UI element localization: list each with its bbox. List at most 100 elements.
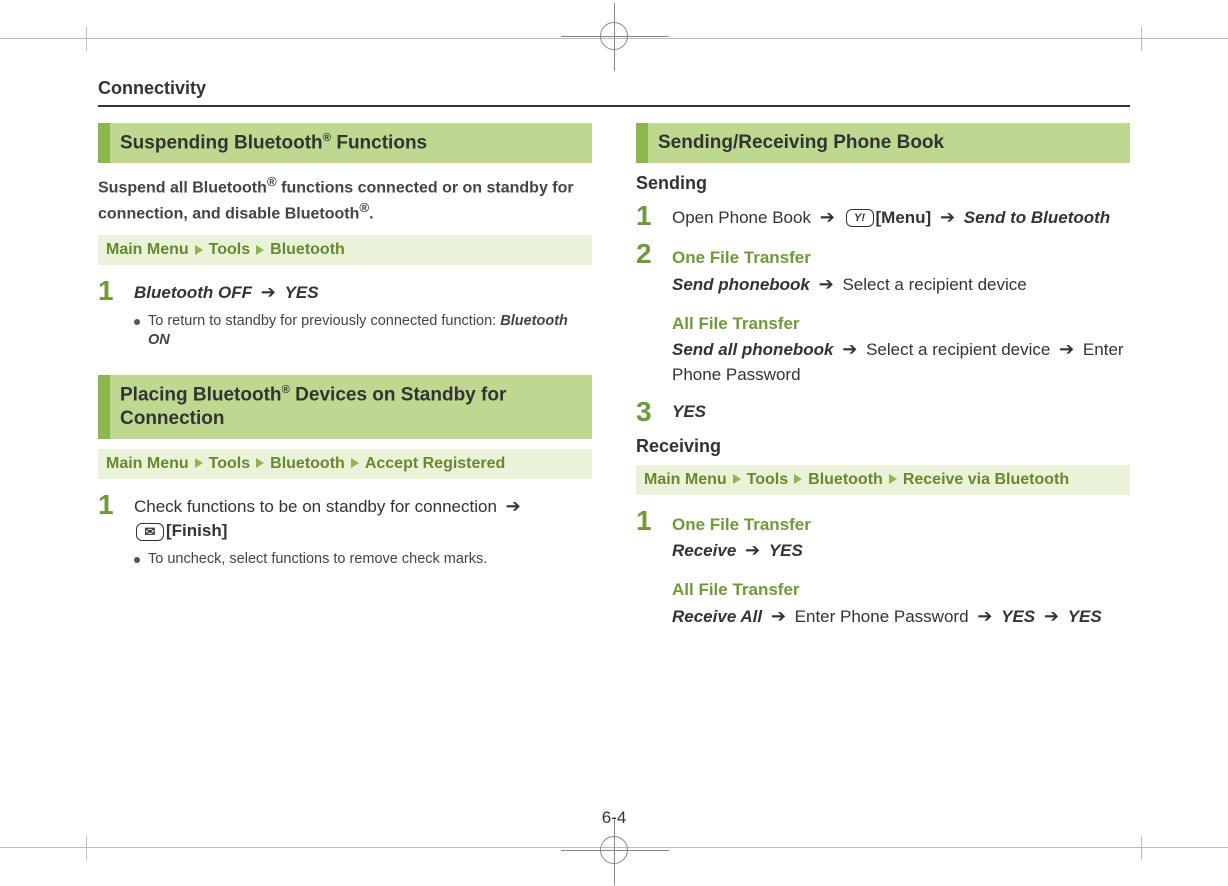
registered-symbol: ® xyxy=(282,384,290,396)
action-label: YES xyxy=(1001,607,1035,626)
arrow-icon: ➔ xyxy=(745,537,760,563)
menu-item: Main Menu xyxy=(106,455,189,472)
chapter-title: Connectivity xyxy=(98,78,1130,107)
note-text: To uncheck, select functions to remove c… xyxy=(148,551,487,567)
step-body: One File Transfer Receive ➔ YES All File… xyxy=(672,507,1130,630)
menu-separator-icon xyxy=(256,458,264,468)
sub-section-receiving: Receiving xyxy=(636,436,1130,457)
title-text: Functions xyxy=(331,132,427,153)
step-number: 1 xyxy=(98,491,120,570)
registered-symbol: ® xyxy=(267,174,277,189)
left-column: Suspending Bluetooth® Functions Suspend … xyxy=(98,123,592,639)
action-label: Bluetooth OFF xyxy=(134,283,252,302)
option-heading: One File Transfer xyxy=(672,246,1130,271)
arrow-icon: ➔ xyxy=(820,204,835,230)
menu-separator-icon xyxy=(195,458,203,468)
step-text: Check functions to be on standby for con… xyxy=(134,497,497,516)
menu-separator-icon xyxy=(256,245,264,255)
step-body: Open Phone Book ➔ [Menu] ➔ Send to Bluet… xyxy=(672,202,1130,231)
sub-section-sending: Sending xyxy=(636,173,1130,194)
registration-mark-bottom xyxy=(600,836,628,864)
arrow-icon: ➔ xyxy=(977,603,992,629)
menu-separator-icon xyxy=(733,474,741,484)
menu-path: Main Menu Tools Bluetooth Accept Registered xyxy=(98,449,592,479)
section-header-suspending: Suspending Bluetooth® Functions xyxy=(98,123,592,163)
menu-item: Main Menu xyxy=(106,241,189,258)
arrow-icon: ➔ xyxy=(771,603,786,629)
title-text: Sending/Receiving Phone Book xyxy=(658,132,944,153)
menu-item: Bluetooth xyxy=(270,455,345,472)
step-text: Select a recipient device xyxy=(866,340,1050,359)
action-label: YES xyxy=(672,402,706,421)
menu-path: Main Menu Tools Bluetooth xyxy=(98,235,592,265)
arrow-icon: ➔ xyxy=(1044,603,1059,629)
note-bullet: To uncheck, select functions to remove c… xyxy=(134,550,592,570)
intro-text: Suspend all Bluetooth xyxy=(98,179,267,196)
action-label: Send all phonebook xyxy=(672,340,834,359)
action-label: YES xyxy=(769,541,803,560)
section-header-phonebook: Sending/Receiving Phone Book xyxy=(636,123,1130,163)
step-number: 3 xyxy=(636,398,658,426)
arrow-icon: ➔ xyxy=(940,204,955,230)
action-label: Receive All xyxy=(672,607,762,626)
registration-mark-top xyxy=(600,22,628,50)
action-label: YES xyxy=(1068,607,1102,626)
menu-item: Bluetooth xyxy=(270,241,345,258)
page-content: Connectivity Suspending Bluetooth® Funct… xyxy=(98,78,1130,808)
menu-item: Tools xyxy=(209,455,250,472)
two-column-layout: Suspending Bluetooth® Functions Suspend … xyxy=(98,123,1130,639)
action-label: YES xyxy=(285,283,319,302)
step-number: 1 xyxy=(98,277,120,351)
step-number: 1 xyxy=(636,202,658,231)
menu-item: Receive via Bluetooth xyxy=(903,471,1069,488)
step-text: Enter Phone Password xyxy=(795,607,969,626)
menu-separator-icon xyxy=(794,474,802,484)
step-body: One File Transfer Send phonebook ➔ Selec… xyxy=(672,240,1130,387)
action-label: Send phonebook xyxy=(672,275,810,294)
step-2: 2 One File Transfer Send phonebook ➔ Sel… xyxy=(636,240,1130,387)
menu-separator-icon xyxy=(351,458,359,468)
option-heading: One File Transfer xyxy=(672,513,1130,538)
step-1: 1 Bluetooth OFF ➔ YES To return to stand… xyxy=(98,277,592,351)
y-key-icon xyxy=(846,209,874,227)
page-number: 6-4 xyxy=(602,808,627,828)
section-intro: Suspend all Bluetooth® functions connect… xyxy=(98,173,592,225)
menu-item: Bluetooth xyxy=(808,471,883,488)
menu-separator-icon xyxy=(889,474,897,484)
option-heading: All File Transfer xyxy=(672,578,1130,603)
key-label: [Finish] xyxy=(166,521,227,540)
arrow-icon: ➔ xyxy=(819,271,834,297)
step-text: Open Phone Book xyxy=(672,208,811,227)
arrow-icon: ➔ xyxy=(842,336,857,362)
note-bullet: To return to standby for previously conn… xyxy=(134,312,592,351)
arrow-icon: ➔ xyxy=(1059,336,1074,362)
menu-path: Main Menu Tools Bluetooth Receive via Bluet… xyxy=(636,465,1130,495)
step-3: 3 YES xyxy=(636,398,1130,426)
title-text: Suspending Bluetooth xyxy=(120,132,323,153)
menu-item: Tools xyxy=(747,471,788,488)
option-heading: All File Transfer xyxy=(672,312,1130,337)
menu-item: Tools xyxy=(209,241,250,258)
action-label: Send to Bluetooth xyxy=(964,208,1110,227)
right-column: Sending/Receiving Phone Book Sending 1 O… xyxy=(636,123,1130,639)
arrow-icon: ➔ xyxy=(261,279,276,305)
step-body: Bluetooth OFF ➔ YES To return to standby… xyxy=(134,277,592,351)
step-1: 1 Check functions to be on standby for c… xyxy=(98,491,592,570)
key-label: [Menu] xyxy=(876,208,932,227)
section-header-standby: Placing Bluetooth® Devices on Standby fo… xyxy=(98,375,592,439)
step-body: Check functions to be on standby for con… xyxy=(134,491,592,570)
action-label: Receive xyxy=(672,541,736,560)
menu-item: Accept Registered xyxy=(365,455,506,472)
menu-separator-icon xyxy=(195,245,203,255)
title-text: Placing Bluetooth xyxy=(120,384,282,405)
registered-symbol: ® xyxy=(359,200,369,215)
step-body: YES xyxy=(672,398,1130,426)
menu-item: Main Menu xyxy=(644,471,727,488)
arrow-icon: ➔ xyxy=(506,493,521,519)
note-text: To return to standby for previously conn… xyxy=(148,313,500,329)
registered-symbol: ® xyxy=(323,132,331,144)
step-number: 1 xyxy=(636,507,658,630)
step-1: 1 One File Transfer Receive ➔ YES All Fi… xyxy=(636,507,1130,630)
step-number: 2 xyxy=(636,240,658,387)
step-1: 1 Open Phone Book ➔ [Menu] ➔ Send to Blu… xyxy=(636,202,1130,231)
